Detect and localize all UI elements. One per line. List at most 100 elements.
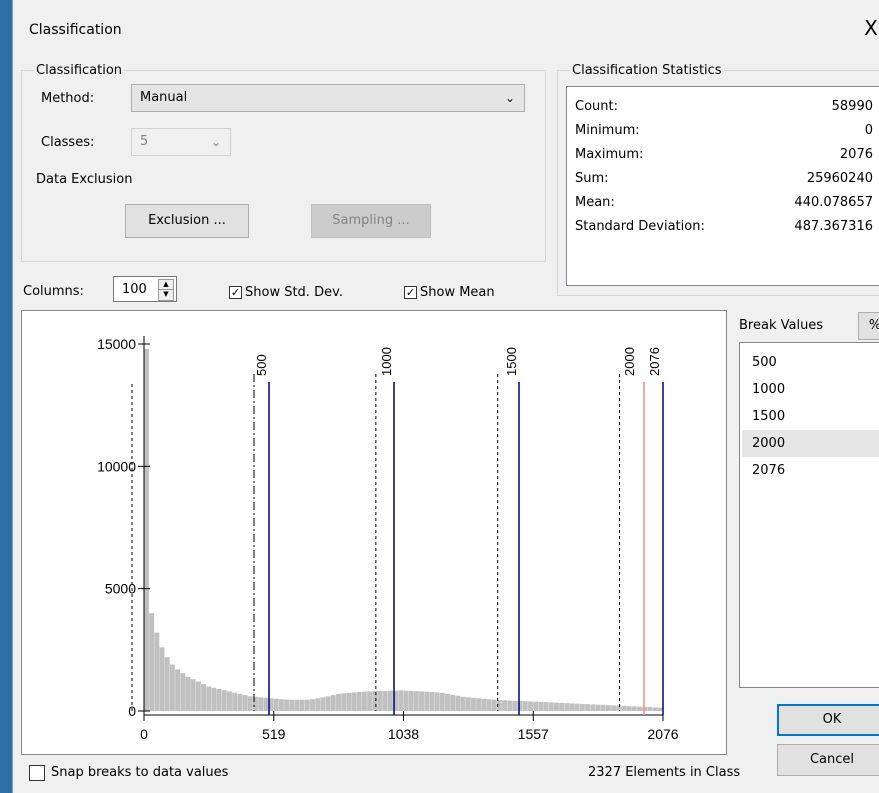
classes-value: 5 bbox=[140, 134, 149, 149]
histogram-bar bbox=[460, 696, 466, 711]
data-exclusion-legend: Data Exclusion bbox=[34, 172, 135, 187]
stat-std-dev: Standard Deviation: 487.367316 bbox=[575, 219, 873, 234]
histogram-bar bbox=[621, 705, 627, 711]
cancel-button[interactable]: Cancel bbox=[777, 744, 879, 776]
histogram-bar bbox=[227, 691, 232, 711]
classification-dialog: Classification X Classification Method: … bbox=[12, 0, 879, 793]
exclusion-button[interactable]: Exclusion ... bbox=[125, 204, 249, 238]
show-mean-checkbox[interactable]: ✓ bbox=[404, 286, 417, 299]
histogram-bar bbox=[221, 690, 227, 711]
x-tick-label: 2076 bbox=[647, 726, 678, 742]
stat-mean: Mean: 440.078657 bbox=[575, 195, 873, 210]
histogram-bar bbox=[590, 704, 596, 711]
histogram-bar bbox=[574, 703, 580, 711]
histogram-bar bbox=[491, 699, 497, 711]
snap-breaks-checkbox[interactable] bbox=[29, 765, 45, 781]
x-tick-label: 1557 bbox=[518, 726, 549, 742]
histogram-bar bbox=[528, 701, 533, 711]
histogram-bar bbox=[522, 701, 528, 711]
histogram-chart[interactable]: 0500010000150000519103815572076500100015… bbox=[21, 310, 727, 755]
histogram-bar bbox=[356, 691, 362, 711]
histogram-bar bbox=[424, 691, 430, 711]
histogram-bar bbox=[637, 706, 642, 711]
break-value-item[interactable]: 1000 bbox=[752, 376, 785, 403]
break-values-list[interactable]: 500 1000 1500 2000 2076 bbox=[739, 342, 879, 688]
histogram-bar bbox=[336, 693, 341, 711]
break-value-item[interactable]: 500 bbox=[752, 349, 777, 376]
classes-select[interactable]: 5 ⌄ bbox=[131, 128, 231, 156]
columns-label: Columns: bbox=[23, 284, 84, 299]
snap-breaks-label: Snap breaks to data values bbox=[51, 765, 229, 780]
classes-label: Classes: bbox=[41, 135, 95, 150]
histogram-bar bbox=[175, 669, 181, 711]
method-select[interactable]: Manual ⌄ bbox=[131, 84, 525, 112]
statistics-legend: Classification Statistics bbox=[570, 63, 724, 78]
break-label: 500 bbox=[254, 354, 269, 376]
stat-maximum: Maximum: 2076 bbox=[575, 147, 873, 162]
break-label: 1000 bbox=[379, 347, 394, 376]
histogram-bar bbox=[538, 701, 544, 711]
break-value-item[interactable]: 2076 bbox=[752, 457, 785, 484]
histogram-bar bbox=[657, 707, 663, 711]
histogram-bar bbox=[232, 692, 238, 711]
histogram-bar bbox=[559, 702, 565, 711]
histogram-bar bbox=[439, 692, 445, 711]
histogram-bar bbox=[600, 704, 606, 711]
sampling-button[interactable]: Sampling ... bbox=[311, 204, 431, 238]
histogram-bar bbox=[180, 673, 186, 711]
histogram-bar bbox=[476, 698, 482, 711]
histogram-bar bbox=[242, 695, 248, 711]
ok-button[interactable]: OK bbox=[777, 704, 879, 736]
histogram-bar bbox=[294, 699, 300, 711]
histogram-svg[interactable]: 0500010000150000519103815572076500100015… bbox=[22, 311, 726, 754]
histogram-bar bbox=[346, 692, 352, 711]
histogram-bar bbox=[330, 695, 336, 711]
histogram-bar bbox=[434, 692, 440, 711]
histogram-bar bbox=[486, 699, 492, 711]
columns-spinner[interactable]: 100 ▲ ▼ bbox=[113, 276, 177, 302]
histogram-bar bbox=[569, 703, 575, 711]
show-std-dev-label: Show Std. Dev. bbox=[245, 285, 343, 300]
histogram-bar bbox=[647, 707, 653, 711]
histogram-bar bbox=[310, 699, 315, 711]
elements-in-class-text: 2327 Elements in Class bbox=[588, 765, 741, 780]
chevron-down-icon: ⌄ bbox=[210, 135, 221, 149]
histogram-bar bbox=[361, 691, 367, 711]
show-std-dev-checkbox[interactable]: ✓ bbox=[229, 286, 242, 299]
columns-value: 100 bbox=[122, 282, 147, 297]
histogram-bar bbox=[611, 705, 616, 711]
histogram-bar bbox=[413, 691, 419, 711]
stat-count: Count: 58990 bbox=[575, 99, 873, 114]
histogram-bar bbox=[631, 706, 637, 711]
histogram-bar bbox=[284, 699, 290, 711]
histogram-bar bbox=[507, 700, 513, 711]
break-label: 2000 bbox=[622, 347, 637, 376]
histogram-bar bbox=[195, 681, 201, 711]
stat-minimum: Minimum: 0 bbox=[575, 123, 873, 138]
histogram-bar bbox=[450, 694, 456, 711]
histogram-bar bbox=[315, 698, 321, 711]
histogram-bar bbox=[351, 692, 357, 711]
histogram-bar bbox=[164, 657, 170, 711]
stat-sum: Sum: 25960240 bbox=[575, 171, 873, 186]
percent-button[interactable]: % bbox=[858, 312, 879, 340]
break-value-item-selected[interactable]: 2000 bbox=[742, 430, 879, 457]
y-tick-label: 15000 bbox=[97, 336, 136, 352]
histogram-bar bbox=[408, 690, 414, 711]
show-mean-label: Show Mean bbox=[420, 285, 495, 300]
histogram-bar bbox=[377, 690, 383, 711]
histogram-bar bbox=[201, 684, 206, 711]
break-value-item[interactable]: 1500 bbox=[752, 403, 785, 430]
histogram-bar bbox=[278, 699, 284, 711]
histogram-bar bbox=[273, 698, 279, 711]
histogram-bar bbox=[341, 693, 347, 711]
break-label: 1500 bbox=[504, 347, 519, 376]
histogram-bar bbox=[470, 697, 476, 711]
method-value: Manual bbox=[140, 90, 188, 105]
chevron-down-icon: ⌄ bbox=[504, 91, 515, 105]
break-values-header: Break Values bbox=[739, 318, 824, 333]
histogram-bar bbox=[159, 647, 165, 711]
histogram-bar bbox=[206, 686, 212, 711]
close-icon[interactable]: X bbox=[861, 16, 879, 40]
spin-down-icon[interactable]: ▼ bbox=[158, 289, 174, 301]
